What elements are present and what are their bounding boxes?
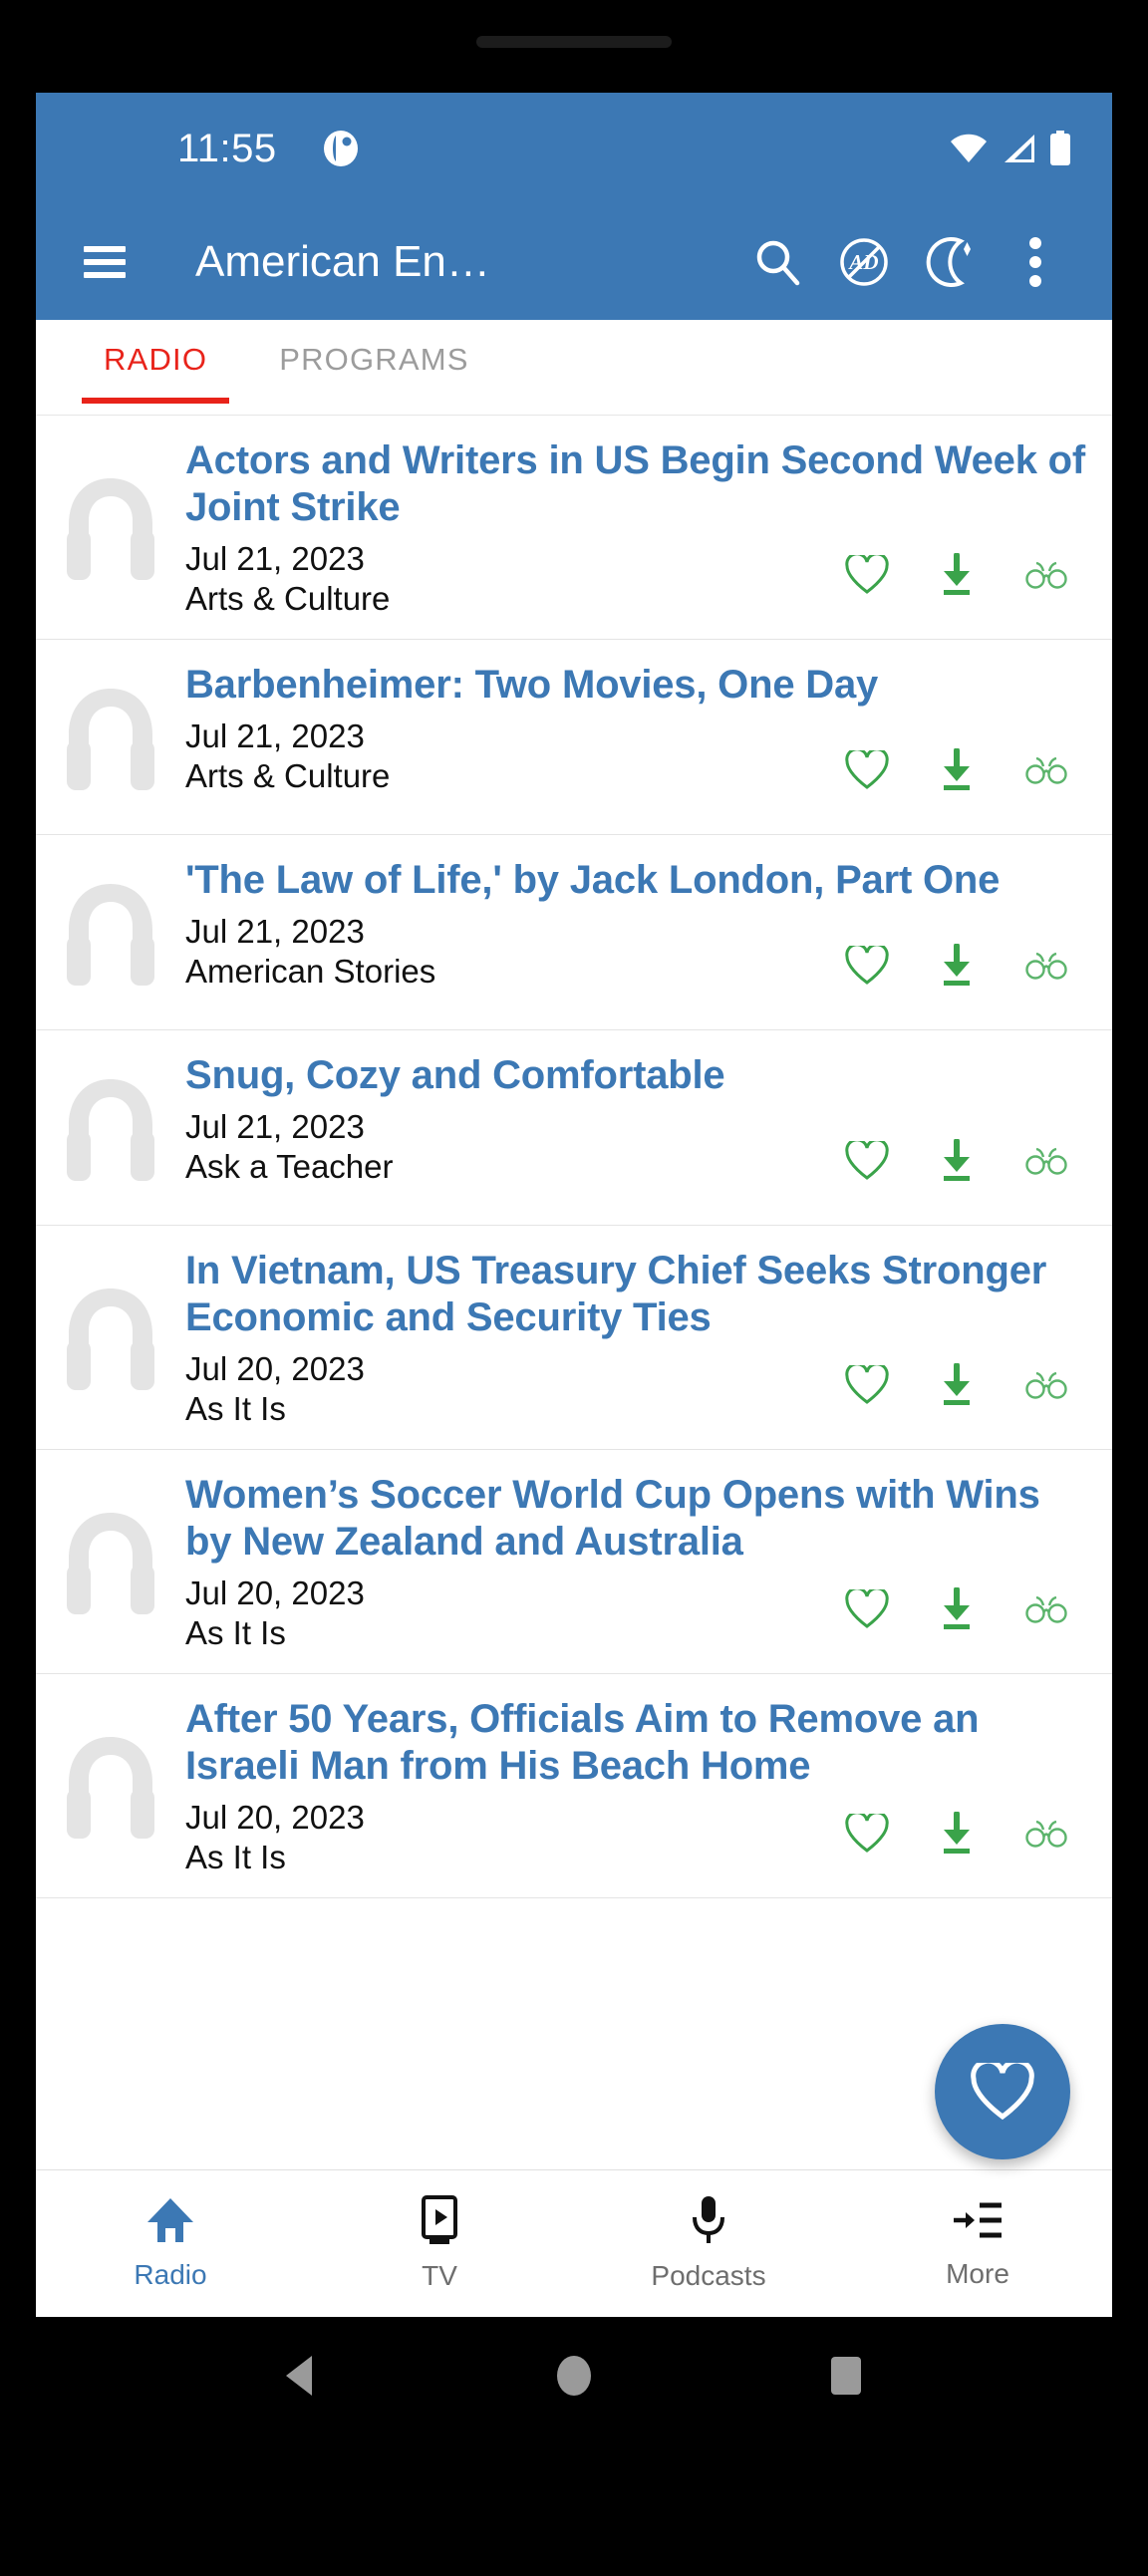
article-list: Actors and Writers in US Begin Second We… <box>36 416 1112 1899</box>
download-icon[interactable] <box>937 1139 977 1183</box>
night-mode-icon[interactable] <box>907 219 993 305</box>
favorites-fab[interactable] <box>935 2024 1070 2159</box>
battery-full-icon <box>1048 131 1072 171</box>
nav-label-radio: Radio <box>134 2259 207 2290</box>
read-glasses-icon[interactable] <box>1024 1819 1068 1849</box>
article-title[interactable]: Barbenheimer: Two Movies, One Day <box>185 662 1088 709</box>
headphones-icon <box>36 437 185 619</box>
app-bar-actions: AD <box>735 219 1078 305</box>
voa-logo-icon <box>323 130 359 167</box>
nav-label-tv: TV <box>422 2260 457 2291</box>
read-glasses-icon[interactable] <box>1024 1370 1068 1400</box>
phone-screen: 11:55 American En… RADIO PROGRAMS Actors… <box>36 93 1112 2317</box>
android-system-navigation <box>36 2317 1112 2434</box>
phone-frame: 11:55 American En… RADIO PROGRAMS Actors… <box>0 0 1148 2576</box>
table-row[interactable]: Women’s Soccer World Cup Opens with Wins… <box>36 1450 1112 1675</box>
favorite-heart-icon[interactable] <box>845 1365 889 1405</box>
nav-item-radio[interactable]: Radio <box>36 2196 305 2291</box>
nav-item-more[interactable]: More <box>843 2197 1112 2290</box>
favorite-heart-icon[interactable] <box>845 555 889 595</box>
download-icon[interactable] <box>937 1812 977 1856</box>
bottom-navigation-bar: Radio TV Podcasts More <box>36 2169 1112 2317</box>
earpiece-speaker <box>476 36 672 48</box>
nav-item-podcasts[interactable]: Podcasts <box>574 2195 843 2292</box>
nav-label-podcasts: Podcasts <box>651 2260 766 2291</box>
table-row[interactable]: After 50 Years, Officials Aim to Remove … <box>36 1674 1112 1899</box>
table-row[interactable]: Actors and Writers in US Begin Second We… <box>36 416 1112 641</box>
download-icon[interactable] <box>937 1363 977 1407</box>
favorite-heart-icon[interactable] <box>845 1141 889 1181</box>
favorite-heart-icon[interactable] <box>845 1589 889 1629</box>
download-icon[interactable] <box>937 748 977 792</box>
headphones-icon <box>36 857 185 1009</box>
download-icon[interactable] <box>937 1587 977 1631</box>
download-icon[interactable] <box>937 553 977 597</box>
article-actions <box>845 748 1068 792</box>
page-title: American En… <box>195 237 490 286</box>
overflow-menu-icon[interactable] <box>993 219 1078 305</box>
favorite-heart-icon[interactable] <box>845 1814 889 1854</box>
headphones-icon <box>36 662 185 814</box>
status-bar-icons <box>949 131 1072 171</box>
table-row[interactable]: Barbenheimer: Two Movies, One Day Jul 21… <box>36 640 1112 836</box>
search-icon[interactable] <box>735 219 821 305</box>
read-glasses-icon[interactable] <box>1024 755 1068 785</box>
article-title[interactable]: In Vietnam, US Treasury Chief Seeks Stro… <box>185 1248 1088 1341</box>
tv-play-icon <box>417 2195 462 2250</box>
table-row[interactable]: Snug, Cozy and Comfortable Jul 21, 2023 … <box>36 1030 1112 1227</box>
article-actions <box>845 1363 1068 1407</box>
article-title[interactable]: Women’s Soccer World Cup Opens with Wins… <box>185 1472 1088 1566</box>
headphones-icon <box>36 1052 185 1205</box>
table-row[interactable]: 'The Law of Life,' by Jack London, Part … <box>36 835 1112 1031</box>
app-bar: American En… AD <box>36 204 1112 320</box>
article-actions <box>845 1587 1068 1631</box>
status-bar: 11:55 <box>36 93 1112 204</box>
article-list-scroll-area[interactable]: Actors and Writers in US Begin Second We… <box>36 416 1112 2317</box>
article-title[interactable]: Snug, Cozy and Comfortable <box>185 1052 1088 1099</box>
nav-item-tv[interactable]: TV <box>305 2195 574 2292</box>
article-actions <box>845 553 1068 597</box>
recents-button[interactable] <box>824 2352 868 2400</box>
headphones-icon <box>36 1248 185 1429</box>
article-actions <box>845 1139 1068 1183</box>
more-list-icon <box>952 2197 1004 2248</box>
home-icon <box>145 2196 195 2249</box>
article-title[interactable]: After 50 Years, Officials Aim to Remove … <box>185 1696 1088 1790</box>
article-title[interactable]: 'The Law of Life,' by Jack London, Part … <box>185 857 1088 904</box>
cellular-signal-icon <box>1001 133 1036 169</box>
read-glasses-icon[interactable] <box>1024 560 1068 590</box>
back-button[interactable] <box>280 2352 324 2400</box>
read-glasses-icon[interactable] <box>1024 951 1068 981</box>
article-actions <box>845 1812 1068 1856</box>
tab-radio[interactable]: RADIO <box>81 342 230 404</box>
tab-bar: RADIO PROGRAMS <box>36 320 1112 416</box>
headphones-icon <box>36 1696 185 1877</box>
favorite-heart-icon[interactable] <box>845 750 889 790</box>
read-glasses-icon[interactable] <box>1024 1594 1068 1624</box>
hamburger-menu-icon[interactable] <box>84 246 126 278</box>
favorite-heart-icon[interactable] <box>845 946 889 986</box>
table-row[interactable]: In Vietnam, US Treasury Chief Seeks Stro… <box>36 1226 1112 1451</box>
download-icon[interactable] <box>937 944 977 988</box>
status-bar-clock: 11:55 <box>177 127 277 170</box>
article-actions <box>845 944 1068 988</box>
nav-label-more: More <box>946 2258 1009 2289</box>
home-button[interactable] <box>552 2352 596 2400</box>
headphones-icon <box>36 1472 185 1653</box>
tab-programs[interactable]: PROGRAMS <box>279 342 468 404</box>
article-title[interactable]: Actors and Writers in US Begin Second We… <box>185 437 1088 531</box>
no-ads-icon[interactable]: AD <box>821 219 907 305</box>
wifi-icon <box>949 133 989 169</box>
read-glasses-icon[interactable] <box>1024 1146 1068 1176</box>
microphone-icon <box>689 2195 728 2250</box>
